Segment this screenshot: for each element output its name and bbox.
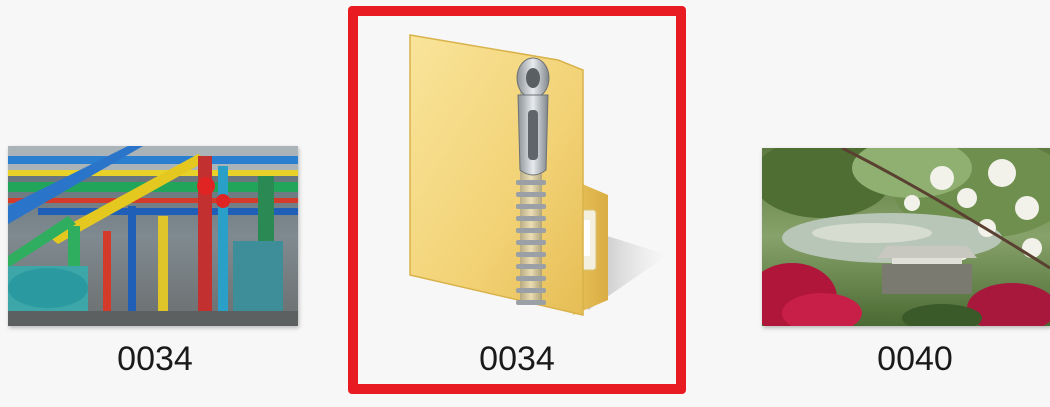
file-explorer-view: 0034 0034 0040 xyxy=(0,0,1050,407)
selection-highlight xyxy=(348,6,686,394)
image-thumbnail-garden xyxy=(762,148,1050,326)
file-name-label: 0034 xyxy=(117,340,193,378)
file-item-image-0040[interactable]: 0040 xyxy=(750,140,1050,390)
image-thumbnail-industrial xyxy=(8,146,298,326)
industrial-pipes-photo xyxy=(8,146,298,326)
file-item-image-0034[interactable]: 0034 xyxy=(0,140,310,390)
garden-landscape-photo xyxy=(762,148,1050,326)
file-name-label: 0040 xyxy=(877,340,953,378)
